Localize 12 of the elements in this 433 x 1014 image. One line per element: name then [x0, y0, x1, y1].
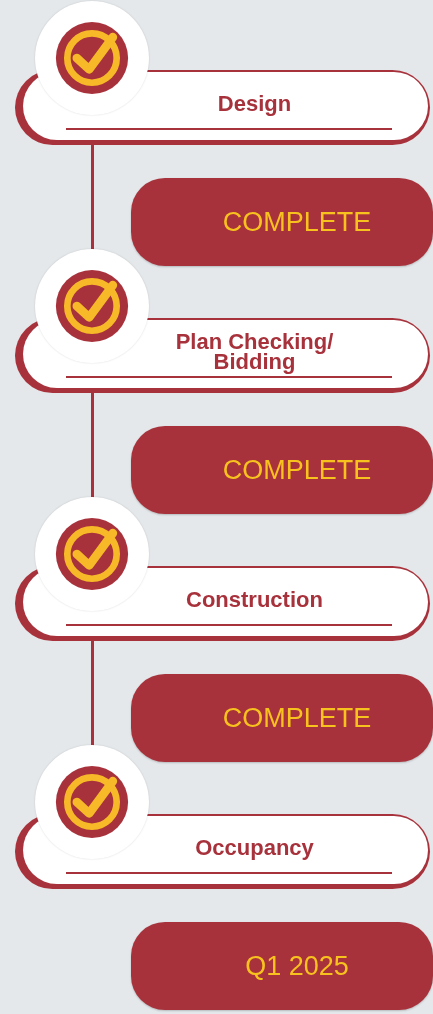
check-circle-icon [54, 516, 130, 592]
check-circle-icon [54, 20, 130, 96]
status-pill: COMPLETE [131, 426, 433, 514]
stage-title: Occupancy [195, 838, 314, 858]
status-pill: Q1 2025 [131, 922, 433, 1010]
status-pill: COMPLETE [131, 178, 433, 266]
stage-title: Plan Checking/ Bidding [174, 332, 335, 372]
stage-title: Construction [186, 590, 323, 610]
stage-title: Design [217, 94, 292, 114]
status-pill: COMPLETE [131, 674, 433, 762]
check-circle-icon [54, 268, 130, 344]
check-circle-icon [54, 764, 130, 840]
